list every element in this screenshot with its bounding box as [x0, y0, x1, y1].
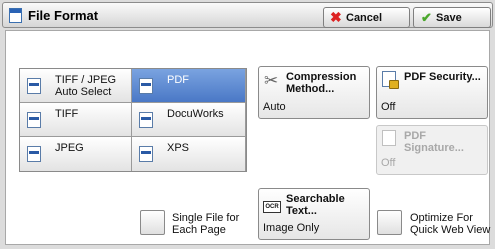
pdf-signature-value: Off — [381, 157, 396, 169]
pdf-security-label: PDF Security... — [404, 71, 481, 83]
title-bar: File Format ✖ Cancel ✔ Save — [2, 2, 493, 28]
checkmark-icon: ✔ — [421, 10, 432, 25]
searchable-value: Image Only — [263, 222, 320, 234]
compression-value: Auto — [263, 101, 286, 113]
optimize-label-line2: Quick Web View — [410, 224, 491, 236]
document-icon — [9, 8, 22, 23]
cancel-button[interactable]: ✖ Cancel — [323, 7, 410, 28]
cancel-label: Cancel — [346, 12, 383, 24]
format-label: TIFF — [55, 108, 79, 120]
format-tiff[interactable]: TIFF — [20, 103, 132, 137]
single-file-label-line1: Single File for — [172, 212, 240, 224]
compression-method-button[interactable]: ✂ Compression Method... Auto — [258, 66, 370, 119]
tiff-jpeg-auto-icon — [27, 78, 41, 94]
optimize-label-line1: Optimize For — [410, 212, 473, 224]
ocr-icon: OCR — [263, 201, 281, 213]
single-file-label: Single File for Each Page — [172, 212, 239, 236]
file-format-group: TIFF / JPEG Auto Select PDF TIFF DocuWor… — [19, 68, 247, 172]
pdf-security-button[interactable]: PDF Security... Off — [376, 66, 488, 119]
xps-icon — [139, 146, 153, 162]
format-jpeg[interactable]: JPEG — [20, 137, 132, 171]
searchable-text-button[interactable]: OCR Searchable Text... Image Only — [258, 188, 370, 240]
format-label: PDF — [167, 74, 189, 86]
docuworks-icon — [139, 112, 153, 128]
searchable-label-line2: Text... — [286, 205, 317, 217]
compression-label-line1: Compression — [286, 71, 357, 83]
compression-label-line2: Method... — [286, 83, 335, 95]
format-label: XPS — [167, 142, 190, 154]
optimize-quick-web-view-checkbox[interactable] — [377, 210, 402, 235]
pdf-signature-label: PDF Signature... — [404, 130, 464, 154]
format-label-line2: Auto Select — [55, 86, 112, 98]
lock-icon — [382, 71, 399, 89]
format-pdf[interactable]: PDF — [132, 69, 246, 103]
save-label: Save — [436, 12, 462, 24]
close-icon: ✖ — [330, 9, 342, 25]
signature-icon — [382, 130, 396, 146]
format-docuworks[interactable]: DocuWorks — [132, 103, 246, 137]
format-label: JPEG — [55, 142, 84, 154]
single-file-label-line2: Each Page — [172, 224, 226, 236]
pdf-icon — [139, 78, 153, 94]
searchable-label-line1: Searchable — [286, 193, 345, 205]
format-tiff-jpeg-auto-select[interactable]: TIFF / JPEG Auto Select — [20, 69, 132, 103]
format-label: DocuWorks — [167, 108, 224, 120]
page-title: File Format — [28, 8, 99, 23]
optimize-label: Optimize For Quick Web View — [410, 212, 490, 236]
format-xps[interactable]: XPS — [132, 137, 246, 171]
tiff-icon — [27, 112, 41, 128]
format-label-line1: TIFF / JPEG — [55, 74, 117, 86]
pdf-security-value: Off — [381, 101, 396, 113]
save-button[interactable]: ✔ Save — [413, 7, 491, 28]
jpeg-icon — [27, 146, 41, 162]
pdf-signature-button: PDF Signature... Off — [376, 125, 488, 175]
tools-icon: ✂ — [264, 71, 279, 90]
single-file-checkbox[interactable] — [140, 210, 165, 235]
